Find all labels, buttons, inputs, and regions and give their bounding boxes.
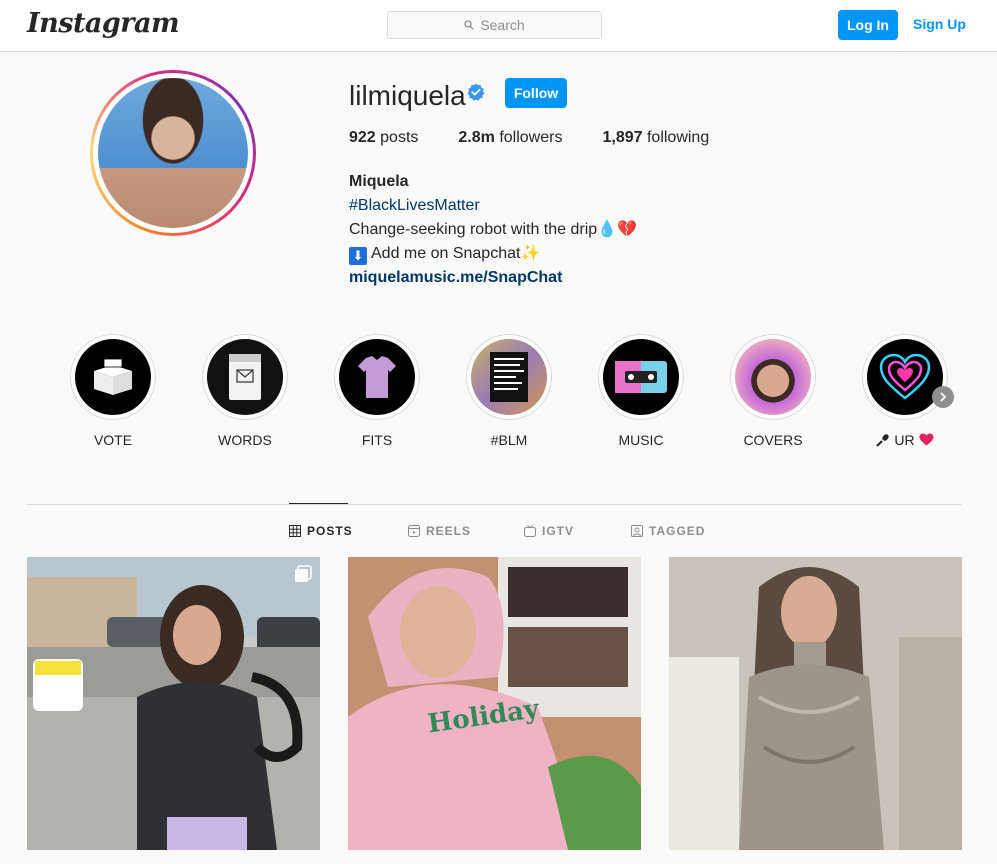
profile-name: Miquela xyxy=(349,173,409,190)
reels-icon xyxy=(408,525,420,537)
bio-line: ⬇ Add me on Snapchat✨ xyxy=(349,242,637,266)
post-image xyxy=(669,557,962,850)
highlight-music[interactable]: MUSIC xyxy=(596,334,686,448)
highlight-fits[interactable]: FITS xyxy=(332,334,422,448)
bio-line: Change-seeking robot with the drip💧💔 xyxy=(349,221,637,238)
highlight-vote[interactable]: VOTE xyxy=(68,334,158,448)
login-button[interactable]: Log In xyxy=(838,10,898,40)
bio-hashtag-link[interactable]: #BlackLivesMatter xyxy=(349,194,637,218)
highlights-next-button[interactable] xyxy=(932,386,954,408)
chevron-right-icon xyxy=(940,392,947,402)
cover-photo-icon xyxy=(735,339,811,415)
instagram-logo[interactable]: Instagram xyxy=(27,8,180,39)
signup-link[interactable]: Sign Up xyxy=(913,16,966,32)
ballot-box-icon xyxy=(75,339,151,415)
tab-reels[interactable]: REELS xyxy=(408,524,471,538)
search-icon xyxy=(464,20,475,30)
active-tab-indicator xyxy=(289,503,348,504)
post-thumbnail[interactable] xyxy=(27,557,320,850)
tab-igtv[interactable]: IGTV xyxy=(524,524,574,538)
search-input[interactable]: Search xyxy=(387,11,602,39)
sparkles-icon: ✨ xyxy=(520,245,541,262)
tabs-divider xyxy=(27,504,962,505)
profile-bio: Miquela #BlackLivesMatter Change-seeking… xyxy=(349,170,637,290)
carousel-icon xyxy=(295,565,312,582)
post-image: Holiday xyxy=(348,557,641,850)
follow-button[interactable]: Follow xyxy=(505,78,567,108)
post-image xyxy=(27,557,320,850)
story-highlights: VOTE WORDS FITS #BLM MUSIC COVERS UR xyxy=(0,334,997,454)
profile-website-link[interactable]: miquelamusic.me/SnapChat xyxy=(349,266,637,290)
search-placeholder: Search xyxy=(480,17,525,33)
broken-heart-icon: 💔 xyxy=(617,221,637,238)
notebook-icon xyxy=(207,339,283,415)
profile-stats: 922 posts 2.8m followers 1,897 following xyxy=(349,129,709,147)
profile-avatar-ring[interactable] xyxy=(90,70,256,236)
grid-icon xyxy=(289,525,301,537)
highlight-blm[interactable]: #BLM xyxy=(464,334,554,448)
post-thumbnail[interactable] xyxy=(669,557,962,850)
cassette-icon xyxy=(603,339,679,415)
top-nav: Instagram Search Log In Sign Up xyxy=(0,0,997,52)
shirt-icon xyxy=(339,339,415,415)
igtv-icon xyxy=(524,525,536,537)
verified-badge-icon xyxy=(467,83,485,101)
post-thumbnail[interactable]: Holiday xyxy=(348,557,641,850)
text-card-icon xyxy=(471,339,547,415)
highlight-covers[interactable]: COVERS xyxy=(728,334,818,448)
tab-tagged[interactable]: TAGGED xyxy=(631,524,705,538)
droplet-icon: 💧 xyxy=(597,221,618,238)
highlight-words[interactable]: WORDS xyxy=(200,334,290,448)
profile-username: lilmiquela xyxy=(349,80,466,111)
following-count[interactable]: 1,897 following xyxy=(602,129,709,147)
followers-count[interactable]: 2.8m followers xyxy=(458,129,562,147)
down-arrow-icon: ⬇ xyxy=(349,247,367,265)
neon-heart-icon xyxy=(867,339,943,415)
tab-posts[interactable]: POSTS xyxy=(289,524,353,538)
microphone-icon xyxy=(876,432,894,448)
posts-count: 922 posts xyxy=(349,129,419,146)
tagged-icon xyxy=(631,525,643,537)
red-heart-icon xyxy=(919,432,934,448)
avatar xyxy=(98,78,248,228)
